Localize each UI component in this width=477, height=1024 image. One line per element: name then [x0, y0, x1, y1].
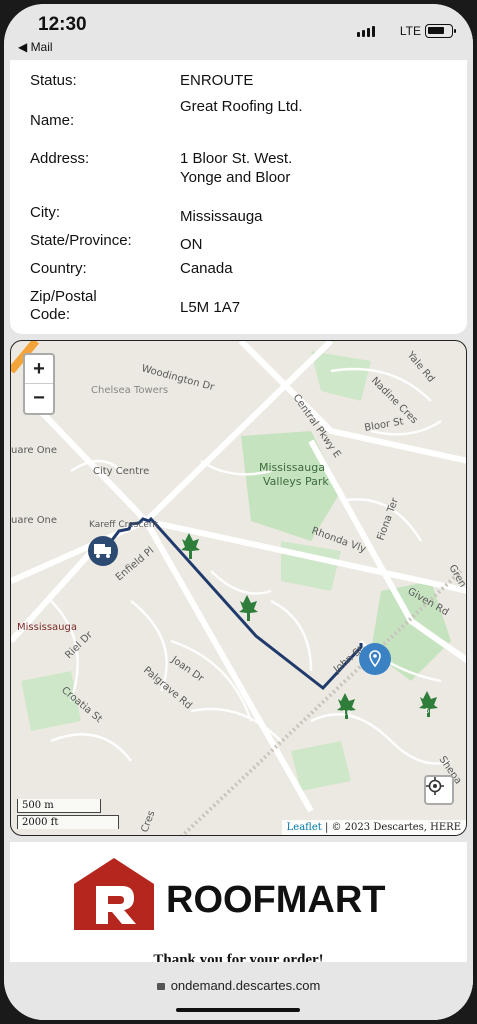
zoom-in-button[interactable]: + [25, 355, 53, 384]
label-square-one-2: uare One [11, 515, 57, 526]
map-scale: 500 m 2000 ft [17, 799, 119, 831]
zoom-control: + − [23, 353, 55, 415]
label-joan: Joan Dr [168, 654, 206, 685]
roofmart-logo: ROOFMART [74, 858, 386, 930]
crosshair-icon [426, 777, 444, 795]
url-display[interactable]: ondemand.descartes.com [4, 978, 473, 993]
order-details-card: Status: ENROUTE Name: Great Roofing Ltd.… [10, 60, 467, 334]
truck-icon[interactable] [88, 536, 118, 566]
status-bar: 12:30 ◀ Mail LTE [4, 4, 473, 62]
brand-name: ROOFMART [166, 879, 386, 921]
label-yale: Yale Rd [404, 349, 436, 385]
route-10-label: 10 [342, 709, 351, 717]
name-label: Name: [30, 112, 75, 129]
label-cres: Cres [139, 809, 157, 834]
status-value: ENROUTE [180, 72, 254, 89]
home-indicator[interactable] [176, 1008, 300, 1012]
label-valleys-park-1: Mississauga [259, 461, 325, 474]
clock: 12:30 [38, 14, 87, 35]
maple-leaf-icon [239, 595, 258, 621]
label-riel: Riel Dr [63, 629, 95, 661]
back-to-mail-link[interactable]: ◀ Mail [18, 40, 53, 54]
scale-imperial: 2000 ft [17, 815, 119, 829]
label-enfield: Enfield Pl [114, 545, 156, 583]
attribution-text: | © 2023 Descartes, HERE [321, 822, 461, 833]
park-south [291, 741, 351, 791]
label-bloor: Bloor St [364, 416, 405, 434]
lock-icon [156, 983, 165, 990]
city-label: City: [30, 204, 60, 221]
signal-icon [357, 26, 375, 37]
url-text: ondemand.descartes.com [170, 978, 321, 993]
address-line-2: Yonge and Bloor [180, 169, 291, 186]
status-label: Status: [30, 72, 77, 89]
delivery-route [104, 516, 363, 691]
label-chelsea: Chelsea Towers [91, 385, 168, 396]
zip-label-line-2: Code: [30, 306, 71, 323]
route-5-label: 5 [425, 707, 429, 715]
browser-url-bar[interactable]: ondemand.descartes.com [4, 962, 473, 1020]
label-kariff: Kareff Crescent [89, 520, 159, 530]
label-valleys-park-2: Valleys Park [263, 475, 329, 488]
network-type: LTE [399, 24, 421, 38]
state-value: ON [180, 236, 203, 253]
destination-pin-icon[interactable] [359, 643, 391, 675]
delivery-map[interactable]: 10 5 Woodington Dr Chelsea Towers City C… [10, 340, 467, 836]
name-value: Great Roofing Ltd. [180, 98, 303, 115]
address-line-1: 1 Bloor St. West. [180, 150, 293, 167]
zip-value: L5M 1A7 [180, 299, 241, 316]
country-value: Canada [180, 260, 233, 277]
battery-icon [425, 24, 456, 38]
map-canvas[interactable]: 10 5 Woodington Dr Chelsea Towers City C… [11, 341, 467, 836]
address-label: Address: [30, 150, 90, 167]
label-city-centre: City Centre [93, 466, 149, 477]
label-square-one-1: uare One [11, 445, 57, 456]
zip-label-line-1: Zip/Postal [30, 288, 97, 305]
email-footer: ROOFMART Thank you for your order! [10, 842, 467, 972]
phone-screen: 12:30 ◀ Mail LTE Status: ENROUTE Name: G… [4, 4, 473, 1020]
state-label: State/Province: [30, 232, 132, 249]
park-north [311, 351, 371, 401]
map-attribution: Leaflet | © 2023 Descartes, HERE [281, 820, 466, 835]
zoom-out-button[interactable]: − [25, 384, 53, 413]
label-mississauga: Mississauga [17, 622, 77, 633]
city-value: Mississauga [180, 208, 263, 225]
locate-button[interactable] [424, 775, 454, 805]
park-middle [281, 541, 341, 591]
zip-label: Zip/Postal Code: [30, 288, 97, 324]
highway-5-marker: 5 [419, 691, 438, 717]
country-label: Country: [30, 260, 87, 277]
scale-metric: 500 m [17, 799, 101, 813]
leaflet-link[interactable]: Leaflet [287, 822, 322, 833]
